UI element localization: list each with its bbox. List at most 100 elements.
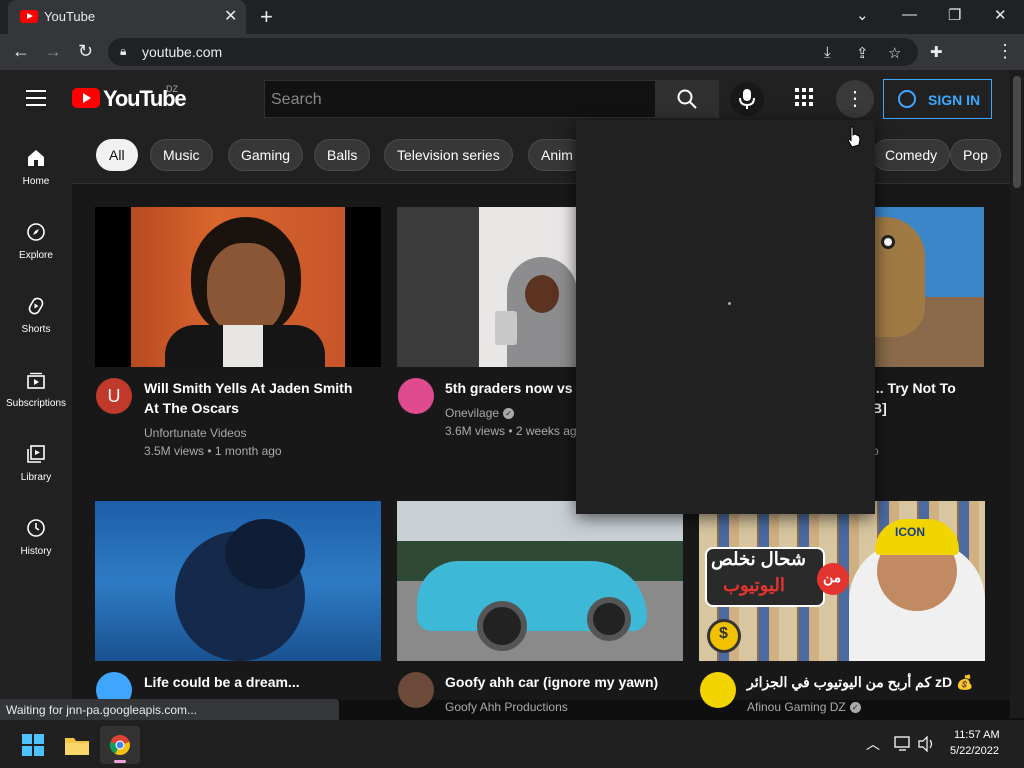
video-title[interactable]: Goofy ahh car (ignore my yawn) bbox=[445, 672, 681, 692]
new-tab-button[interactable]: + bbox=[260, 4, 273, 30]
sidebar-item-home[interactable]: Home bbox=[0, 148, 72, 222]
search-button[interactable] bbox=[655, 80, 719, 118]
extensions-icon[interactable]: ✚ bbox=[930, 43, 943, 61]
verified-check-icon: ✓ bbox=[849, 702, 861, 714]
tab-close-icon[interactable]: ✕ bbox=[224, 6, 237, 26]
user-account-icon bbox=[898, 90, 916, 108]
chrome-icon bbox=[109, 735, 130, 756]
video-thumbnail[interactable]: شحال نخلص من اليوتيوب $ ICON bbox=[699, 501, 985, 661]
sign-in-label: SIGN IN bbox=[928, 92, 981, 108]
page-scrollbar[interactable] bbox=[1010, 70, 1024, 718]
library-icon bbox=[27, 445, 45, 463]
menu-hamburger-icon[interactable] bbox=[26, 90, 46, 106]
windows-taskbar: ︿ 11:57 AM 5/22/2022 bbox=[0, 720, 1024, 768]
hand-cursor-icon bbox=[846, 126, 862, 153]
browser-status-bubble: Waiting for jnn-pa.googleapis.com... bbox=[0, 699, 339, 721]
search-input[interactable]: Search bbox=[264, 80, 656, 118]
voice-search-button[interactable] bbox=[730, 82, 764, 116]
video-meta: 3.6M views • 2 weeks ag bbox=[445, 424, 577, 438]
chip-gaming[interactable]: Gaming bbox=[228, 139, 304, 171]
sign-in-button[interactable]: SIGN IN bbox=[883, 79, 992, 119]
network-icon[interactable] bbox=[894, 736, 912, 757]
microphone-icon bbox=[739, 89, 755, 109]
dollar-icon: $ bbox=[719, 625, 728, 642]
video-thumbnail[interactable] bbox=[875, 207, 984, 367]
search-placeholder: Search bbox=[271, 91, 322, 108]
video-title[interactable]: ... Try Not To bbox=[872, 378, 992, 398]
video-title-line2[interactable]: B] bbox=[872, 398, 912, 418]
video-thumbnail[interactable] bbox=[397, 501, 683, 661]
chip-pop[interactable]: Pop bbox=[950, 139, 1001, 171]
subscriptions-icon bbox=[27, 372, 45, 389]
sidebar: Home Explore Shorts Subscriptions Librar… bbox=[0, 128, 72, 700]
loading-spinner-icon bbox=[728, 302, 731, 305]
sidebar-item-label: Explore bbox=[19, 250, 53, 261]
forward-arrow-icon[interactable]: → bbox=[44, 41, 62, 62]
sidebar-item-library[interactable]: Library bbox=[0, 444, 72, 518]
chip-all[interactable]: All bbox=[96, 139, 138, 171]
channel-name[interactable]: Onevilage ✓ bbox=[445, 406, 515, 420]
video-title[interactable]: كم أربح من اليوتيوب في الجزائر zD 💰 bbox=[747, 672, 983, 692]
maximize-button[interactable]: ❐ bbox=[948, 6, 961, 24]
channel-name[interactable]: Unfortunate Videos bbox=[144, 426, 247, 440]
reload-icon[interactable]: ↻ bbox=[78, 41, 93, 62]
search-icon bbox=[677, 89, 697, 109]
chrome-taskbar-button[interactable] bbox=[100, 726, 140, 764]
volume-icon[interactable] bbox=[918, 735, 936, 757]
sidebar-item-label: History bbox=[20, 546, 52, 557]
video-thumbnail[interactable] bbox=[95, 501, 381, 661]
channel-name[interactable]: Afinou Gaming DZ ✓ bbox=[747, 700, 861, 714]
back-arrow-icon[interactable]: ← bbox=[12, 41, 30, 62]
channel-name-text: Afinou Gaming DZ bbox=[747, 700, 846, 714]
video-title[interactable]: Life could be a dream... bbox=[144, 672, 364, 692]
sidebar-item-subscriptions[interactable]: Subscriptions bbox=[0, 370, 72, 444]
chip-comedy[interactable]: Comedy bbox=[872, 139, 951, 171]
lock-icon[interactable]: 🔒︎ bbox=[120, 44, 126, 59]
address-bar[interactable]: 🔒︎ youtube.com ⤓ ⇪ ☆ bbox=[108, 38, 918, 66]
video-meta: 3.5M views • 1 month ago bbox=[144, 444, 282, 458]
thumbnail-text: شحال نخلص bbox=[711, 549, 806, 569]
browser-tab[interactable]: YouTube ✕ bbox=[8, 0, 246, 34]
chip-television-series[interactable]: Television series bbox=[384, 139, 513, 171]
thumbnail-badge: ICON bbox=[895, 525, 925, 539]
file-explorer-icon[interactable] bbox=[64, 734, 90, 761]
history-icon bbox=[27, 519, 45, 537]
apps-grid-icon[interactable] bbox=[795, 88, 813, 111]
channel-avatar[interactable] bbox=[398, 378, 434, 414]
share-icon[interactable]: ⇪ bbox=[856, 44, 869, 62]
bookmark-star-icon[interactable]: ☆ bbox=[888, 44, 901, 62]
close-window-button[interactable]: ✕ bbox=[994, 6, 1007, 24]
home-icon bbox=[28, 150, 44, 166]
sidebar-item-shorts[interactable]: Shorts bbox=[0, 296, 72, 370]
minimize-button[interactable]: — bbox=[902, 6, 917, 23]
channel-name-text: Onevilage bbox=[445, 406, 500, 420]
tab-search-button[interactable]: ⌄ bbox=[856, 6, 869, 24]
sidebar-item-history[interactable]: History bbox=[0, 518, 72, 592]
settings-more-icon[interactable]: ⋮ bbox=[836, 80, 874, 118]
video-thumbnail[interactable] bbox=[95, 207, 381, 367]
chip-music[interactable]: Music bbox=[150, 139, 213, 171]
video-title[interactable]: Will Smith Yells At Jaden Smith At The O… bbox=[144, 378, 364, 418]
chrome-menu-icon[interactable]: ⋮ bbox=[996, 41, 1014, 62]
windows-start-icon[interactable] bbox=[22, 734, 44, 761]
active-app-indicator bbox=[114, 760, 126, 763]
tab-title: YouTube bbox=[44, 9, 96, 24]
tray-chevron-icon[interactable]: ︿ bbox=[866, 734, 880, 754]
settings-dropdown-menu[interactable] bbox=[576, 120, 875, 514]
scrollbar-thumb[interactable] bbox=[1013, 76, 1021, 188]
region-code: DZ bbox=[166, 84, 178, 94]
channel-avatar[interactable] bbox=[398, 672, 434, 708]
clock-date[interactable]: 5/22/2022 bbox=[950, 745, 999, 757]
sidebar-item-label: Library bbox=[20, 472, 52, 483]
install-app-icon[interactable]: ⤓ bbox=[824, 44, 831, 61]
url-text[interactable]: youtube.com bbox=[142, 44, 222, 60]
clock-time[interactable]: 11:57 AM bbox=[954, 729, 1000, 741]
sidebar-item-label: Subscriptions bbox=[5, 398, 67, 409]
chip-balls[interactable]: Balls bbox=[314, 139, 371, 171]
sidebar-item-explore[interactable]: Explore bbox=[0, 222, 72, 296]
channel-name[interactable]: Goofy Ahh Productions bbox=[445, 700, 568, 714]
channel-avatar[interactable] bbox=[700, 672, 736, 708]
channel-avatar[interactable]: U bbox=[96, 378, 132, 414]
youtube-logo-icon[interactable] bbox=[72, 88, 100, 108]
shorts-icon bbox=[28, 297, 44, 315]
